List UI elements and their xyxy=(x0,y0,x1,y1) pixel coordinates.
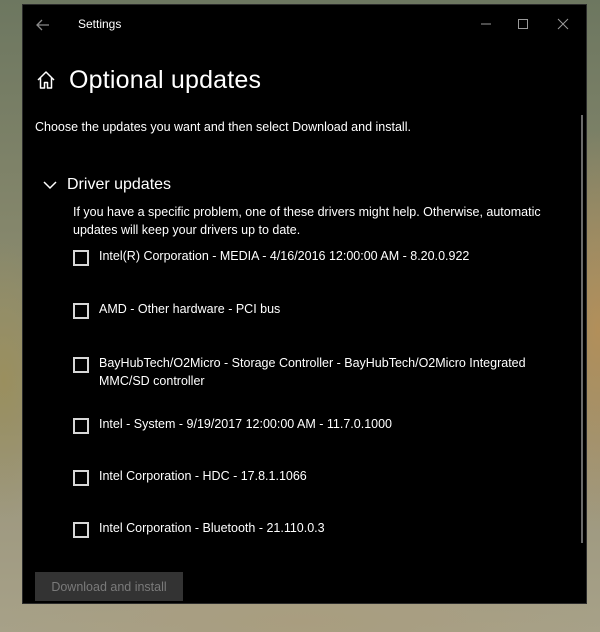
driver-label: BayHubTech/O2Micro - Storage Controller … xyxy=(99,356,526,388)
driver-label: Intel - System - 9/19/2017 12:00:00 AM -… xyxy=(99,417,393,431)
driver-label: AMD - Other hardware - PCI bus xyxy=(99,302,281,316)
home-icon xyxy=(37,71,55,89)
driver-checkbox[interactable] xyxy=(73,418,89,434)
driver-item[interactable]: AMD - Other hardware - PCI bus xyxy=(73,300,559,319)
settings-window: Settings Optional updates Choose the upd… xyxy=(22,4,587,604)
driver-item[interactable]: Intel Corporation - HDC - 17.8.1.1066 xyxy=(73,467,559,486)
driver-updates-toggle[interactable]: Driver updates xyxy=(41,173,171,197)
title-bar: Settings xyxy=(23,5,586,43)
driver-item[interactable]: Intel - System - 9/19/2017 12:00:00 AM -… xyxy=(73,415,559,434)
back-button[interactable] xyxy=(33,15,53,35)
page-header: Optional updates xyxy=(35,60,261,100)
minimize-button[interactable] xyxy=(473,13,499,35)
back-arrow-icon xyxy=(36,19,49,31)
driver-checkbox[interactable] xyxy=(73,250,89,266)
download-and-install-button[interactable]: Download and install xyxy=(35,572,183,601)
close-button[interactable] xyxy=(550,13,576,35)
driver-checkbox[interactable] xyxy=(73,522,89,538)
driver-label: Intel Corporation - HDC - 17.8.1.1066 xyxy=(99,469,307,483)
page-title: Optional updates xyxy=(69,65,262,94)
driver-item[interactable]: Intel(R) Corporation - MEDIA - 4/16/2016… xyxy=(73,247,559,266)
driver-checkbox[interactable] xyxy=(73,470,89,486)
driver-item[interactable]: BayHubTech/O2Micro - Storage Controller … xyxy=(73,354,559,390)
chevron-down-icon xyxy=(43,181,57,190)
page-intro-text: Choose the updates you want and then sel… xyxy=(35,120,411,134)
driver-checkbox[interactable] xyxy=(73,357,89,373)
window-title: Settings xyxy=(78,17,122,31)
section-description: If you have a specific problem, one of t… xyxy=(73,205,541,237)
close-icon xyxy=(557,18,569,30)
maximize-icon xyxy=(518,19,528,29)
driver-checkbox[interactable] xyxy=(73,303,89,319)
section-title: Driver updates xyxy=(67,176,172,193)
driver-label: Intel Corporation - Bluetooth - 21.110.0… xyxy=(99,521,325,535)
driver-label: Intel(R) Corporation - MEDIA - 4/16/2016… xyxy=(99,249,470,263)
driver-item[interactable]: Intel Corporation - Bluetooth - 21.110.0… xyxy=(73,519,559,538)
scrollbar[interactable] xyxy=(581,115,583,543)
minimize-icon xyxy=(481,23,491,25)
maximize-button[interactable] xyxy=(510,13,536,35)
